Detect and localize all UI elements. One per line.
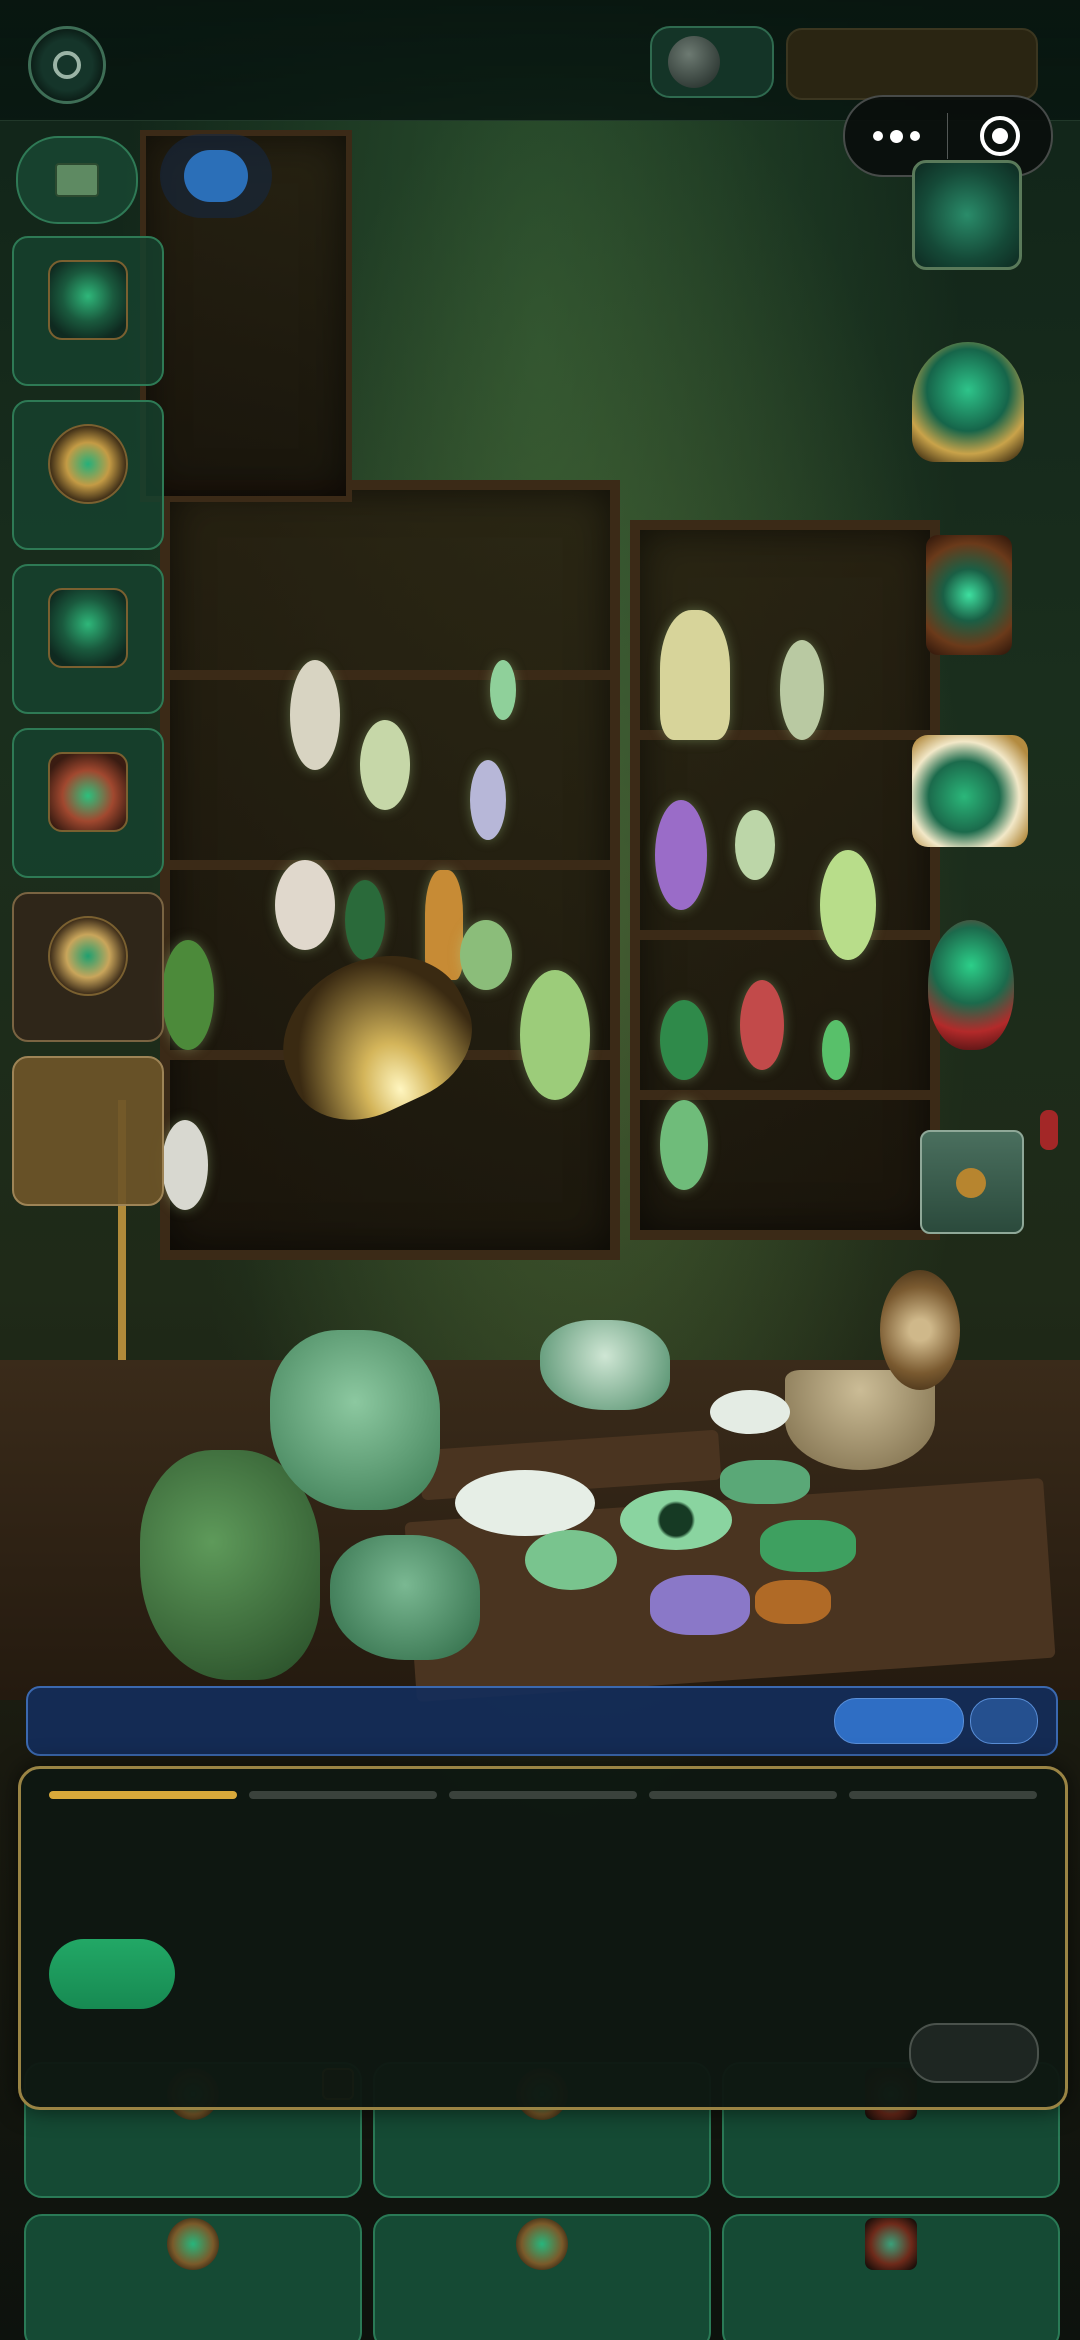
skip-button[interactable] <box>909 2023 1039 2083</box>
tutorial-dialog <box>18 1766 1068 2110</box>
progress-step <box>49 1791 237 1799</box>
jade-pendant <box>460 920 512 990</box>
jade-shrine-icon <box>865 2218 917 2270</box>
step-progress-bar <box>49 1791 1037 1799</box>
jade-pendant <box>780 640 824 740</box>
jade-cabochon <box>760 1520 856 1572</box>
jade-chest-icon <box>48 752 128 832</box>
jade-pendant <box>162 940 214 1050</box>
notice-action-button[interactable] <box>834 1698 964 1744</box>
grid-card-jade-coin[interactable] <box>24 2214 362 2340</box>
jade-pendant <box>740 980 784 1070</box>
jade-ring <box>660 1000 708 1080</box>
blue-toggle-button[interactable] <box>160 134 272 218</box>
left-display-shelf <box>160 480 620 1260</box>
trophy-icon[interactable] <box>912 342 1024 462</box>
jade-pendant <box>735 810 775 880</box>
jade-coin-icon <box>167 2218 219 2270</box>
grinding-wheel <box>880 1270 960 1390</box>
notice-bar <box>26 1686 1058 1756</box>
lantern-clock-icon[interactable] <box>926 535 1012 655</box>
wax-seal-icon <box>956 1168 986 1198</box>
side-card-jade-chest[interactable] <box>12 728 164 878</box>
side-card-jade-medallion[interactable] <box>12 400 164 550</box>
jade-cabochon <box>720 1460 810 1504</box>
jade-pendant <box>275 860 335 950</box>
grid-card-jade-compass[interactable] <box>373 2214 711 2340</box>
jade-pendant <box>345 880 385 960</box>
target-close-icon[interactable] <box>948 116 1051 156</box>
notice-secondary-button[interactable] <box>970 1698 1038 1744</box>
jade-figurine <box>660 610 730 740</box>
raw-jade-stone <box>540 1320 670 1410</box>
side-tab[interactable] <box>1040 1110 1058 1150</box>
raw-jade-stone <box>270 1330 440 1510</box>
jade-cabinet-icon <box>48 588 128 668</box>
growth-chart-icon[interactable] <box>912 735 1028 847</box>
jade-compass-icon <box>516 2218 568 2270</box>
dragon-amulet-icon[interactable] <box>928 920 1014 1050</box>
jade-book-icon[interactable] <box>912 160 1022 270</box>
jade-clock-icon <box>48 916 128 996</box>
coin-icon[interactable] <box>28 26 106 104</box>
jade-bangle <box>620 1490 732 1550</box>
jade-pendant <box>822 1020 850 1080</box>
raw-jade-stone <box>140 1450 320 1680</box>
currency-display[interactable] <box>786 28 1038 100</box>
jade-pendant <box>490 660 516 720</box>
side-card-jade-clock[interactable] <box>12 892 164 1042</box>
jade-medallion-icon <box>48 424 128 504</box>
progress-step <box>249 1791 437 1799</box>
progress-step <box>849 1791 1037 1799</box>
amber-jade <box>755 1580 831 1624</box>
lavender-jade <box>650 1575 750 1635</box>
jade-pendant <box>655 800 707 910</box>
game-screen <box>0 0 1080 2340</box>
banknote-icon[interactable] <box>16 136 138 224</box>
treasure-chest-icon <box>48 260 128 340</box>
jade-cabochon <box>525 1530 617 1590</box>
jade-pendant <box>820 850 876 960</box>
jade-pendant <box>360 720 410 810</box>
side-card-treasure-chest[interactable] <box>12 236 164 386</box>
jade-disc <box>455 1470 595 1536</box>
jade-pendant <box>520 970 590 1100</box>
side-card-empty[interactable] <box>12 1056 164 1206</box>
jade-pendant <box>290 660 340 770</box>
side-card-jade-cabinet[interactable] <box>12 564 164 714</box>
jade-pendant <box>470 760 506 840</box>
jade-pendant <box>660 1100 708 1190</box>
progress-step <box>449 1791 637 1799</box>
gem-orb-icon[interactable] <box>650 26 774 98</box>
mail-envelope-icon[interactable] <box>920 1130 1024 1234</box>
grid-card-jade-shrine[interactable] <box>722 2214 1060 2340</box>
progress-step <box>649 1791 837 1799</box>
jade-pendant <box>162 1120 208 1210</box>
confirm-button[interactable] <box>49 1939 175 2009</box>
raw-jade-stone <box>330 1535 480 1660</box>
jade-ring <box>710 1390 790 1434</box>
